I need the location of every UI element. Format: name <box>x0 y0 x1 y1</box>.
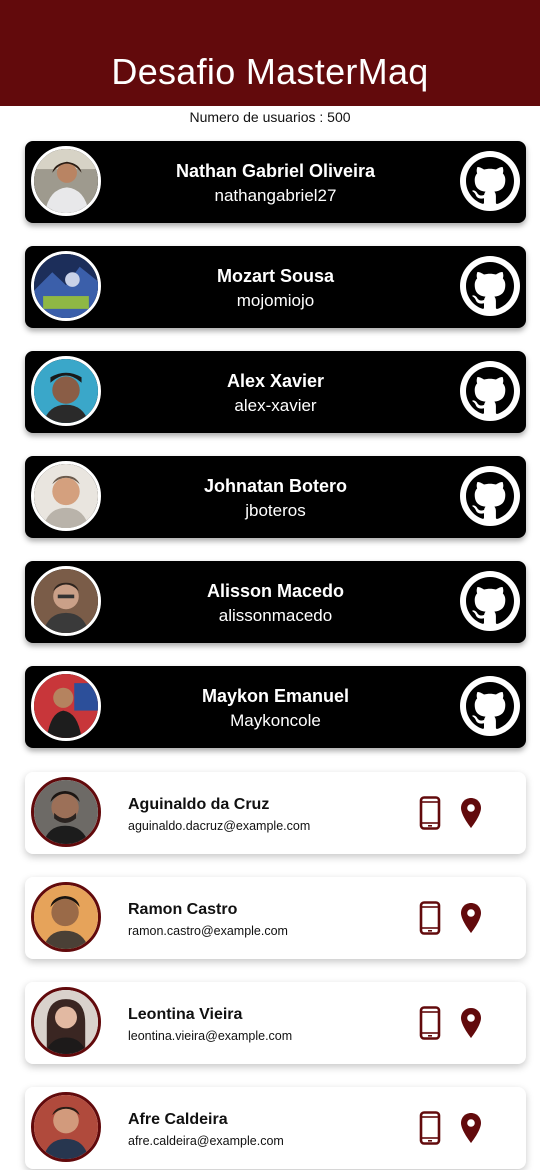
user-login: alex-xavier <box>234 396 317 415</box>
github-icon[interactable] <box>460 361 520 421</box>
user-email: aguinaldo.dacruz@example.com <box>128 819 311 833</box>
avatar <box>31 987 101 1057</box>
user-login: Maykoncole <box>230 711 321 730</box>
map-pin-icon[interactable] <box>460 1007 482 1039</box>
user-name: Maykon Emanuel <box>201 686 350 706</box>
user-email: afre.caldeira@example.com <box>128 1134 284 1148</box>
github-user-card[interactable]: Alisson Macedo alissonmacedo <box>25 561 526 643</box>
phone-icon[interactable] <box>419 1111 441 1145</box>
user-name: Mozart Sousa <box>216 266 335 286</box>
github-user-card[interactable]: Mozart Sousa mojomiojo <box>25 246 526 328</box>
avatar <box>31 566 101 636</box>
phone-icon[interactable] <box>419 1006 441 1040</box>
avatar <box>31 251 101 321</box>
user-login: nathangabriel27 <box>214 186 337 205</box>
app-header: Desafio MasterMaq <box>0 0 540 106</box>
map-pin-icon[interactable] <box>460 902 482 934</box>
github-user-card[interactable]: Alex Xavier alex-xavier <box>25 351 526 433</box>
github-icon[interactable] <box>460 256 520 316</box>
avatar <box>31 671 101 741</box>
user-name: Alisson Macedo <box>206 581 345 601</box>
avatar <box>31 356 101 426</box>
github-user-card[interactable]: Johnatan Botero jboteros <box>25 456 526 538</box>
user-name: Leontina Vieira <box>128 1006 243 1023</box>
random-user-card[interactable]: Afre Caldeira afre.caldeira@example.com <box>25 1087 526 1169</box>
phone-icon[interactable] <box>419 796 441 830</box>
github-icon[interactable] <box>460 571 520 631</box>
user-count-label: Numero de usuarios : 500 <box>189 109 351 125</box>
phone-icon[interactable] <box>419 901 441 935</box>
avatar <box>31 461 101 531</box>
user-name: Nathan Gabriel Oliveira <box>175 161 376 181</box>
user-email: leontina.vieira@example.com <box>128 1029 293 1043</box>
map-pin-icon[interactable] <box>460 1112 482 1144</box>
random-user-card[interactable]: Ramon Castro ramon.castro@example.com <box>25 877 526 959</box>
random-user-card[interactable]: Leontina Vieira leontina.vieira@example.… <box>25 982 526 1064</box>
user-name: Johnatan Botero <box>203 476 347 496</box>
avatar <box>31 777 101 847</box>
user-name: Aguinaldo da Cruz <box>128 796 270 813</box>
avatar <box>31 882 101 952</box>
user-login: alissonmacedo <box>218 606 333 625</box>
github-user-card[interactable]: Nathan Gabriel Oliveira nathangabriel27 <box>25 141 526 223</box>
github-icon[interactable] <box>460 466 520 526</box>
user-login: jboteros <box>245 501 306 520</box>
user-name: Ramon Castro <box>128 901 238 918</box>
github-user-card[interactable]: Maykon Emanuel Maykoncole <box>25 666 526 748</box>
avatar <box>31 1092 101 1162</box>
user-email: ramon.castro@example.com <box>128 924 288 938</box>
user-name: Afre Caldeira <box>128 1111 228 1128</box>
page-title: Desafio MasterMaq <box>111 51 429 92</box>
user-name: Alex Xavier <box>226 371 325 391</box>
random-user-card[interactable]: Aguinaldo da Cruz aguinaldo.dacruz@examp… <box>25 772 526 854</box>
avatar <box>31 146 101 216</box>
github-icon[interactable] <box>460 151 520 211</box>
user-login: mojomiojo <box>236 291 315 310</box>
map-pin-icon[interactable] <box>460 797 482 829</box>
github-icon[interactable] <box>460 676 520 736</box>
